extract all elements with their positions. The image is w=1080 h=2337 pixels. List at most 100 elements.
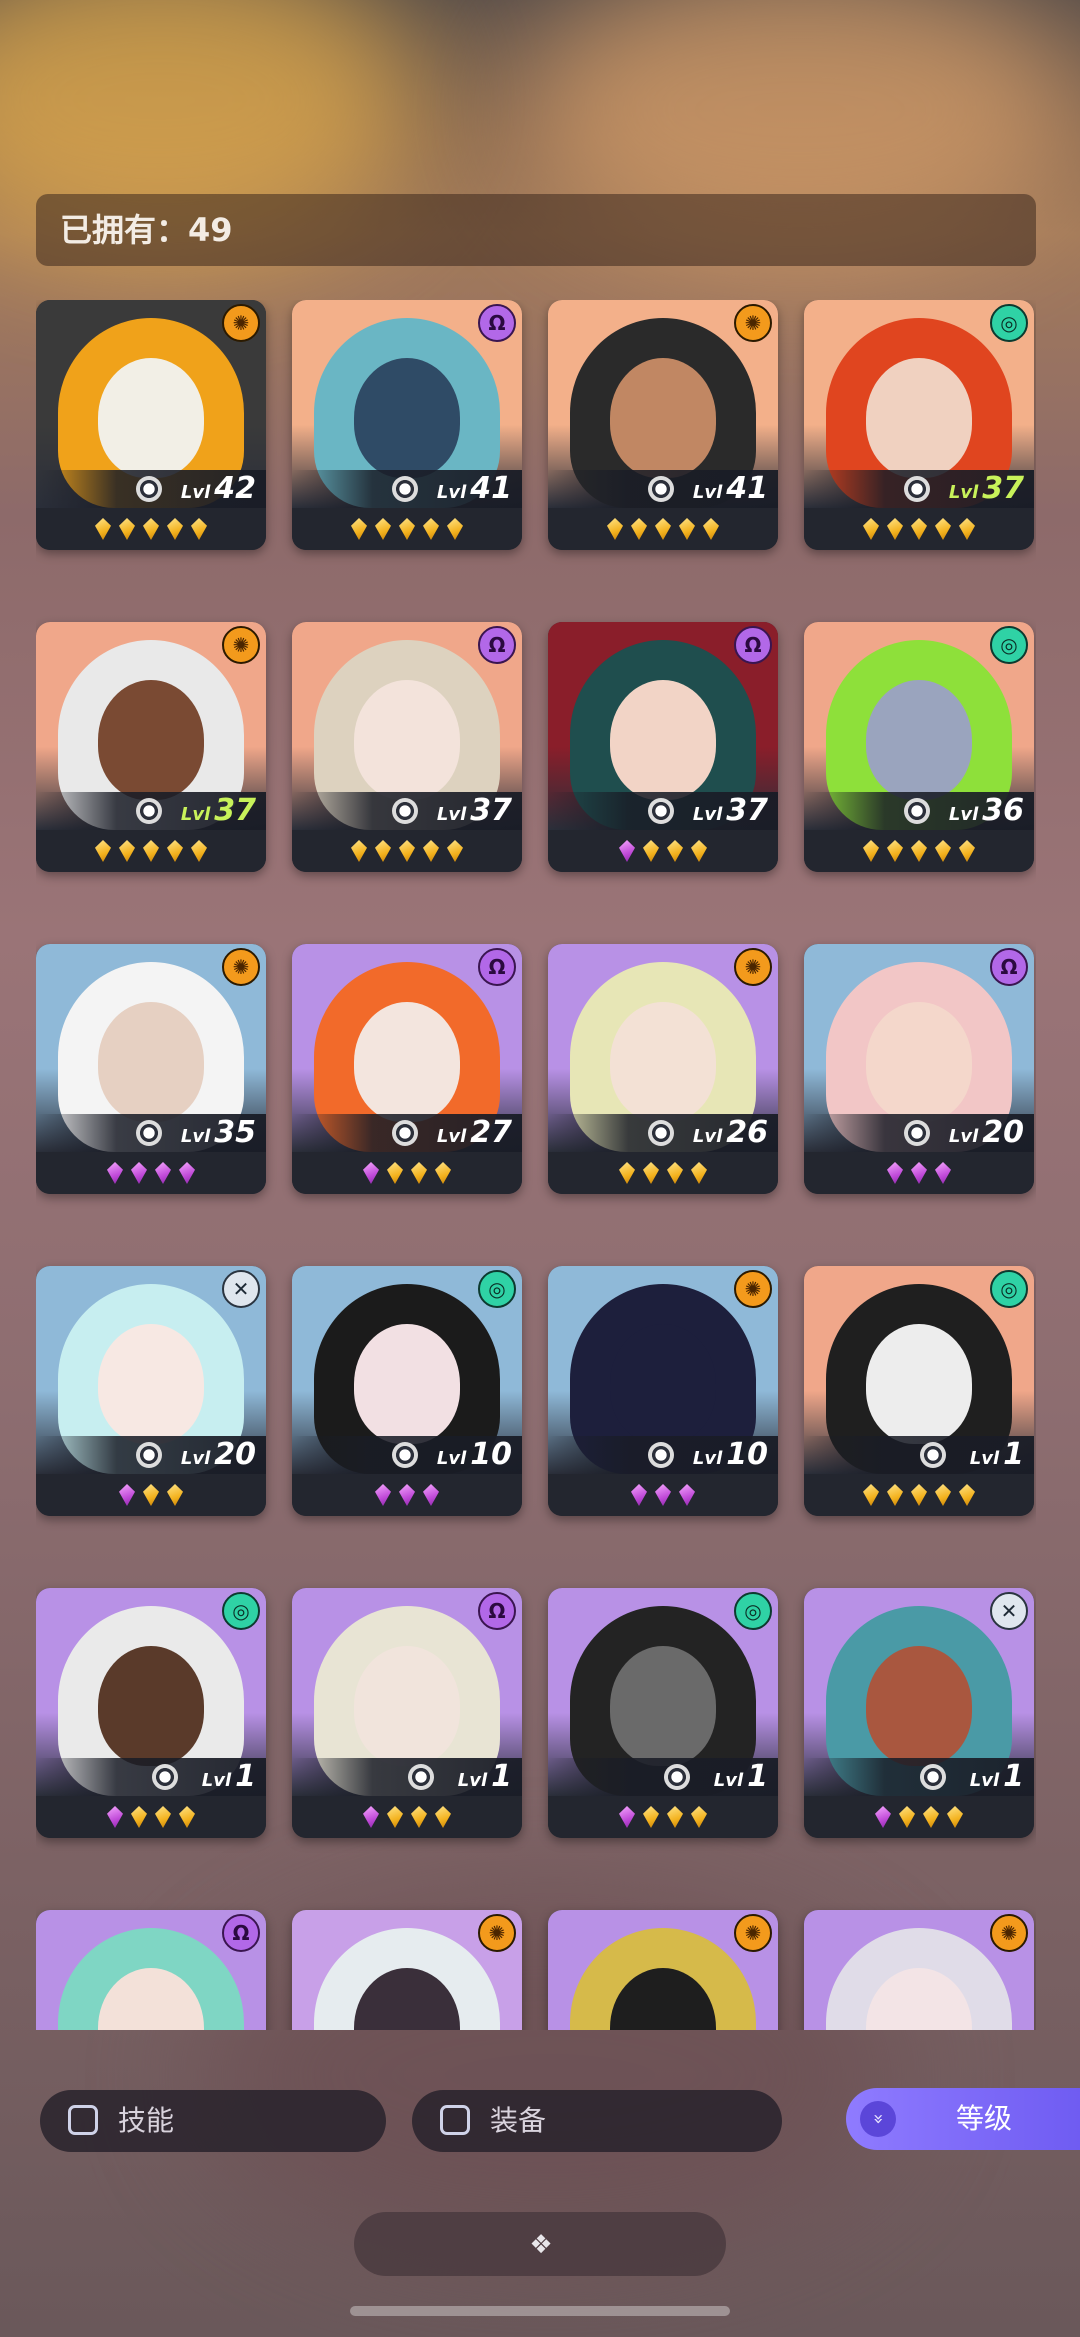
level-number: 20 xyxy=(982,1115,1024,1150)
star-rating xyxy=(36,1152,266,1194)
skill-filter-toggle[interactable]: 技能 xyxy=(40,2090,386,2152)
hero-card[interactable]: ✕ Lvl 1 xyxy=(804,1588,1034,1838)
star-gem-icon xyxy=(155,1806,171,1828)
star-gem-icon xyxy=(179,1806,195,1828)
star-gem-icon xyxy=(935,1484,951,1506)
star-gem-icon xyxy=(375,518,391,540)
hero-card[interactable]: ◎ Lvl 10 xyxy=(292,1266,522,1516)
star-gem-icon xyxy=(399,840,415,862)
hero-card[interactable]: ◎ Lvl 36 xyxy=(804,622,1034,872)
star-gem-icon xyxy=(655,518,671,540)
hero-class-icon: ◎ xyxy=(478,1270,516,1308)
home-indicator xyxy=(350,2306,730,2316)
hero-card[interactable]: ✺ Lvl 26 xyxy=(548,944,778,1194)
hero-level: Lvl 41 xyxy=(437,470,512,508)
hero-level: Lvl 1 xyxy=(970,1758,1024,1796)
hero-card[interactable]: ◎ Lvl 37 xyxy=(804,300,1034,550)
equipment-slot-icon xyxy=(664,1764,690,1790)
star-gem-icon xyxy=(679,1484,695,1506)
hero-card[interactable]: Ω Lvl 20 xyxy=(804,944,1034,1194)
level-prefix: Lvl xyxy=(948,1126,979,1147)
sort-by-level-button[interactable]: » 等级 xyxy=(846,2088,1080,2150)
hero-level: Lvl 26 xyxy=(693,1114,768,1152)
hero-class-icon: Ω xyxy=(478,948,516,986)
equipment-slot-icon xyxy=(136,1120,162,1146)
star-rating xyxy=(548,1474,778,1516)
star-gem-icon xyxy=(119,840,135,862)
star-gem-icon xyxy=(875,1806,891,1828)
hero-card[interactable]: Ω Lvl 27 xyxy=(292,944,522,1194)
star-gem-icon xyxy=(667,1162,683,1184)
star-gem-icon xyxy=(911,1484,927,1506)
star-gem-icon xyxy=(107,1806,123,1828)
level-prefix: Lvl xyxy=(436,804,467,825)
hero-class-icon: ✺ xyxy=(222,948,260,986)
star-gem-icon xyxy=(863,840,879,862)
hero-card[interactable]: Ω Lvl 37 xyxy=(292,622,522,872)
level-number: 1 xyxy=(491,1759,512,1794)
level-prefix: Lvl xyxy=(692,1126,723,1147)
star-gem-icon xyxy=(363,1806,379,1828)
hero-card[interactable]: ◎ Lvl 1 xyxy=(36,1588,266,1838)
hero-level: Lvl 20 xyxy=(949,1114,1024,1152)
equipment-slot-icon xyxy=(648,1120,674,1146)
hero-face-art xyxy=(98,1002,204,1122)
equipment-checkbox-icon[interactable] xyxy=(440,2105,470,2135)
hero-class-icon: Ω xyxy=(478,1592,516,1630)
level-prefix: Lvl xyxy=(692,1448,723,1469)
collapse-panel-handle[interactable]: ❖ xyxy=(354,2212,726,2276)
hero-card[interactable]: ◎ Lvl 1 xyxy=(548,1588,778,1838)
hero-card[interactable]: ✺ Lvl 37 xyxy=(36,622,266,872)
equipment-slot-icon xyxy=(392,476,418,502)
hero-card[interactable]: Ω xyxy=(36,1910,266,2030)
star-gem-icon xyxy=(643,1162,659,1184)
sort-label: 等级 xyxy=(956,2102,1013,2135)
star-rating xyxy=(804,1474,1034,1516)
hero-card[interactable]: ✺ Lvl 35 xyxy=(36,944,266,1194)
star-gem-icon xyxy=(863,518,879,540)
star-gem-icon xyxy=(375,840,391,862)
level-number: 27 xyxy=(470,1115,512,1150)
hero-grid[interactable]: ✺ Lvl 42 Ω Lvl 41 ✺ Lvl 41 ◎ Lvl 37 ✺ Lvl 37 Ω Lvl 37 Ω Lvl… xyxy=(36,300,1036,2030)
hero-card[interactable]: ✺ xyxy=(548,1910,778,2030)
level-prefix: Lvl xyxy=(948,482,979,503)
hero-card[interactable]: ◎ Lvl 1 xyxy=(804,1266,1034,1516)
hero-class-icon: ✺ xyxy=(734,948,772,986)
star-gem-icon xyxy=(107,1162,123,1184)
level-prefix: Lvl xyxy=(436,1448,467,1469)
hero-card[interactable]: Ω Lvl 1 xyxy=(292,1588,522,1838)
hero-class-icon: Ω xyxy=(990,948,1028,986)
hero-class-icon: ◎ xyxy=(990,1270,1028,1308)
hero-card[interactable]: ✺ xyxy=(804,1910,1034,2030)
star-gem-icon xyxy=(607,518,623,540)
hero-face-art xyxy=(610,1646,716,1766)
equipment-slot-icon xyxy=(392,798,418,824)
equipment-filter-toggle[interactable]: 装备 xyxy=(412,2090,782,2152)
hero-card[interactable]: ✺ Lvl 42 xyxy=(36,300,266,550)
hero-card[interactable]: ✺ Lvl 10 xyxy=(548,1266,778,1516)
star-gem-icon xyxy=(191,840,207,862)
star-rating xyxy=(36,830,266,872)
skill-filter-label: 技能 xyxy=(118,2104,175,2137)
hero-card[interactable]: Ω Lvl 37 xyxy=(548,622,778,872)
hero-level: Lvl 1 xyxy=(970,1436,1024,1474)
hero-class-icon: ✺ xyxy=(478,1914,516,1952)
hero-card[interactable]: ✕ Lvl 20 xyxy=(36,1266,266,1516)
equipment-slot-icon xyxy=(648,798,674,824)
level-number: 37 xyxy=(726,793,768,828)
hero-card[interactable]: Ω Lvl 41 xyxy=(292,300,522,550)
skill-checkbox-icon[interactable] xyxy=(68,2105,98,2135)
level-number: 42 xyxy=(214,471,256,506)
equipment-slot-icon xyxy=(648,476,674,502)
star-rating xyxy=(804,830,1034,872)
star-gem-icon xyxy=(911,1162,927,1184)
level-prefix: Lvl xyxy=(436,1126,467,1147)
star-gem-icon xyxy=(863,1484,879,1506)
hero-card[interactable]: ✺ xyxy=(292,1910,522,2030)
level-prefix: Lvl xyxy=(969,1448,1000,1469)
level-number: 1 xyxy=(1003,1437,1024,1472)
hero-card[interactable]: ✺ Lvl 41 xyxy=(548,300,778,550)
hero-class-icon: ✺ xyxy=(734,304,772,342)
star-gem-icon xyxy=(179,1162,195,1184)
star-gem-icon xyxy=(131,1162,147,1184)
